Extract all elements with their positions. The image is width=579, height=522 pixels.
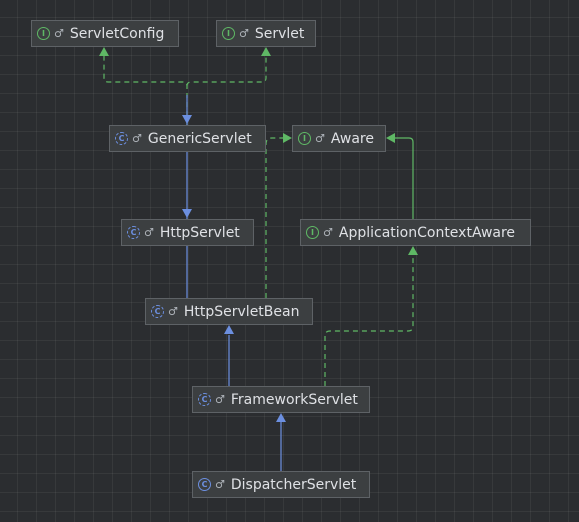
node-label: HttpServlet <box>159 224 240 241</box>
diagram-canvas: I ♂ ServletConfig I ♂ Servlet C ♂ Generi… <box>0 0 579 522</box>
arrowhead-servlet-config <box>99 47 109 56</box>
abstract-class-icon: C <box>115 132 128 145</box>
visibility-icon: ♂ <box>168 305 178 318</box>
class-icon: C <box>198 478 211 491</box>
interface-icon: I <box>306 226 319 239</box>
arrowhead-application-context-aware <box>408 246 418 255</box>
node-aware[interactable]: I ♂ Aware <box>292 125 386 152</box>
node-application-context-aware[interactable]: I ♂ ApplicationContextAware <box>300 219 531 246</box>
node-framework-servlet[interactable]: C ♂ FrameworkServlet <box>192 386 370 413</box>
node-label: FrameworkServlet <box>230 391 358 408</box>
node-label: ServletConfig <box>69 25 165 42</box>
edges-layer <box>99 47 418 471</box>
node-http-servlet[interactable]: C ♂ HttpServlet <box>121 219 254 246</box>
abstract-class-icon: C <box>198 393 211 406</box>
visibility-icon: ♂ <box>144 226 154 239</box>
arrowhead-aware-right <box>386 133 395 143</box>
visibility-icon: ♂ <box>215 393 225 406</box>
node-label: GenericServlet <box>147 130 252 147</box>
node-http-servlet-bean[interactable]: C ♂ HttpServletBean <box>145 298 313 325</box>
visibility-icon: ♂ <box>132 132 142 145</box>
edge-generic-servlet-to-servlet-config <box>103 50 188 125</box>
arrowhead-http-servlet-bean <box>224 325 234 334</box>
edge-application-context-aware-to-aware <box>395 137 414 219</box>
node-label: Aware <box>330 130 374 147</box>
node-label: Servlet <box>254 25 305 42</box>
interface-icon: I <box>222 27 235 40</box>
visibility-icon: ♂ <box>239 27 249 40</box>
arrowhead-aware-left <box>283 133 292 143</box>
edge-generic-servlet-to-servlet <box>186 50 267 87</box>
node-label: HttpServletBean <box>183 303 300 320</box>
node-label: ApplicationContextAware <box>338 224 516 241</box>
abstract-class-icon: C <box>127 226 140 239</box>
abstract-class-icon: C <box>151 305 164 318</box>
edge-http-servlet-bean-to-aware <box>265 137 283 298</box>
visibility-icon: ♂ <box>315 132 325 145</box>
visibility-icon: ♂ <box>323 226 333 239</box>
node-servlet-config[interactable]: I ♂ ServletConfig <box>31 20 179 47</box>
arrowhead-framework-servlet <box>276 413 286 422</box>
arrowhead-servlet <box>261 47 271 56</box>
node-servlet[interactable]: I ♂ Servlet <box>216 20 316 47</box>
node-generic-servlet[interactable]: C ♂ GenericServlet <box>109 125 266 152</box>
visibility-icon: ♂ <box>54 27 64 40</box>
arrowhead-http-servlet-top <box>182 209 192 218</box>
edge-framework-servlet-to-application-context-aware <box>324 255 414 386</box>
node-dispatcher-servlet[interactable]: C ♂ DispatcherServlet <box>192 471 370 498</box>
interface-icon: I <box>298 132 311 145</box>
interface-icon: I <box>37 27 50 40</box>
visibility-icon: ♂ <box>215 478 225 491</box>
arrowhead-generic-servlet-top <box>182 115 192 124</box>
node-label: DispatcherServlet <box>230 476 357 493</box>
